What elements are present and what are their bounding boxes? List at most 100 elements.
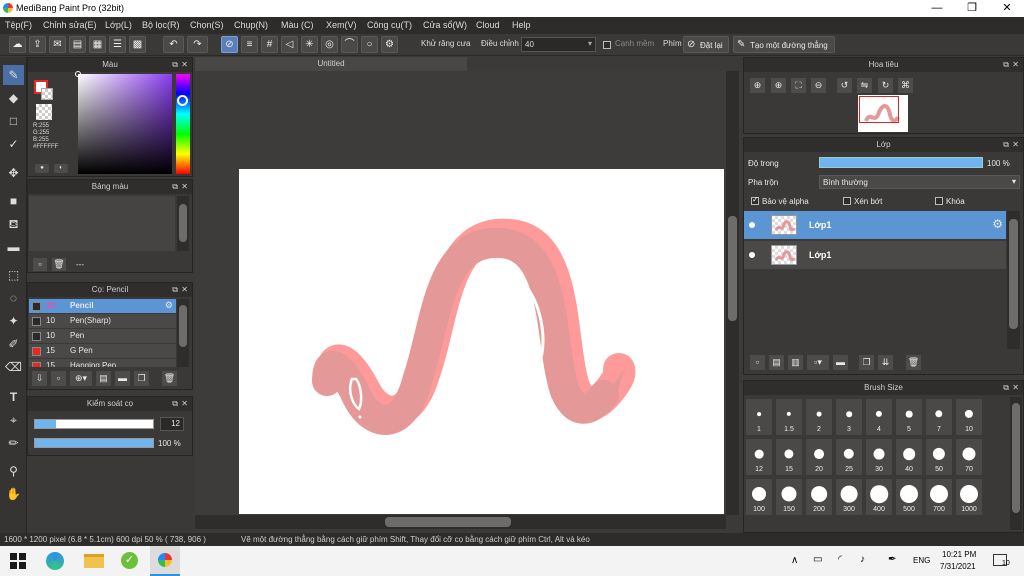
brush-list-item[interactable]: 15 G Pen	[29, 344, 176, 358]
settings-snap-icon[interactable]: ⚙	[381, 36, 398, 53]
visibility-icon[interactable]	[749, 252, 755, 258]
document-tab[interactable]: Untitled	[195, 57, 467, 71]
close-icon[interactable]: ✕	[181, 180, 188, 194]
close-icon[interactable]: ✕	[181, 283, 188, 297]
popout-icon[interactable]: ⧉	[1003, 381, 1009, 395]
layer-row[interactable]: Lớp1	[744, 241, 1006, 269]
canvas-paper[interactable]	[239, 169, 724, 514]
menu-layer[interactable]: Lớp(L)	[105, 20, 132, 30]
close-icon[interactable]: ✕	[181, 397, 188, 411]
saturation-value-picker[interactable]	[75, 71, 172, 174]
color-swap-button[interactable]: ◐	[54, 164, 68, 173]
grid-snap-icon[interactable]: #	[261, 36, 278, 53]
new-brush-icon[interactable]: ▫	[51, 371, 66, 386]
brush-size-cell[interactable]: 50	[925, 438, 953, 476]
gear-icon[interactable]: ⚙	[165, 300, 173, 311]
popout-icon[interactable]: ⧉	[172, 58, 178, 72]
list-icon[interactable]: ☰	[109, 36, 126, 53]
eyedropper-tool-icon[interactable]: ⚲	[3, 461, 24, 481]
brush-size-cell[interactable]: 7	[925, 398, 953, 436]
clock-date[interactable]: 7/31/2021	[940, 562, 976, 571]
popout-icon[interactable]: ⧉	[172, 283, 178, 297]
file-explorer-icon[interactable]	[84, 554, 104, 568]
brush-list-item[interactable]: 10 Pen(Sharp)	[29, 314, 176, 328]
menu-filter[interactable]: Bộ lọc(R)	[142, 20, 180, 30]
edge-icon[interactable]	[46, 552, 64, 570]
perspective-snap-icon[interactable]: ◁	[281, 36, 298, 53]
new-page-icon[interactable]: ▫	[33, 258, 47, 271]
blend-mode-select[interactable]: Bình thường ▾	[819, 175, 1020, 189]
brush-size-cell[interactable]: 20	[805, 438, 833, 476]
palette-scrollbar[interactable]	[177, 196, 189, 251]
menu-window[interactable]: Cửa sổ(W)	[423, 20, 467, 30]
cloud-download-icon[interactable]: ⇩	[32, 371, 47, 386]
brush-list-item[interactable]: 12 Pencil ⚙	[29, 299, 176, 313]
rotate-left-icon[interactable]: ↺	[837, 78, 852, 93]
brush-size-cell[interactable]: 25	[835, 438, 863, 476]
menu-tools[interactable]: Công cụ(T)	[367, 20, 412, 30]
add-layer-menu-icon[interactable]: ▫▾	[807, 355, 829, 370]
trash-icon[interactable]: 🗑	[162, 371, 177, 386]
menu-select[interactable]: Chọn(S)	[190, 20, 224, 30]
gradient-tool-icon[interactable]: ▬	[3, 237, 24, 257]
hue-slider[interactable]	[176, 74, 190, 174]
brush-list-item[interactable]: 15 Hanging Pen	[29, 359, 176, 367]
navigator-viewport[interactable]	[859, 96, 899, 123]
menu-color[interactable]: Màu (C)	[281, 20, 314, 30]
zoom-icon[interactable]: ⊕	[750, 78, 765, 93]
brush-size-cell[interactable]: 150	[775, 478, 803, 516]
color-mode-button[interactable]: ●	[35, 164, 49, 173]
brush-size-cell[interactable]: 100	[745, 478, 773, 516]
brush-size-cell[interactable]: 1	[745, 398, 773, 436]
zoom-in-icon[interactable]: ⊕	[771, 78, 786, 93]
share-icon[interactable]: ⇪	[29, 36, 46, 53]
cloud-icon[interactable]: ☁	[9, 36, 26, 53]
secondary-color-swatch[interactable]	[41, 88, 53, 100]
brush-size-cell[interactable]: 3	[835, 398, 863, 436]
reset-view-icon[interactable]: ⌘	[898, 78, 913, 93]
adjust-select[interactable]: 40 ▾	[521, 37, 596, 52]
grid-icon[interactable]: ▩	[129, 36, 146, 53]
brush-size-cell[interactable]: 2	[805, 398, 833, 436]
new-halftone-layer-icon[interactable]: ▤	[769, 355, 784, 370]
navigator-preview[interactable]	[858, 95, 908, 132]
brush-size-cell[interactable]: 15	[775, 438, 803, 476]
new-layer-icon[interactable]: ▫	[750, 355, 765, 370]
maximize-button[interactable]: ❐	[955, 0, 989, 17]
menu-view[interactable]: Xem(V)	[326, 20, 357, 30]
brush-size-cell[interactable]: 5	[895, 398, 923, 436]
circle-snap-icon[interactable]: ◎	[321, 36, 338, 53]
reset-button[interactable]: ⊘ Đặt lại	[683, 36, 729, 53]
brush-size-cell[interactable]: 70	[955, 438, 983, 476]
brush-size-cell[interactable]: 10	[955, 398, 983, 436]
undo-icon[interactable]: ↶	[163, 36, 184, 53]
zoom-out-icon[interactable]: ⊖	[811, 78, 826, 93]
wifi-icon[interactable]: ◜	[838, 554, 842, 565]
redo-icon[interactable]: ↷	[187, 36, 208, 53]
new-bit-layer-icon[interactable]: ▥	[788, 355, 803, 370]
close-icon[interactable]: ✕	[1012, 381, 1019, 395]
brush-stroke-tool-icon[interactable]: ✓	[3, 134, 24, 154]
eraser-tool-icon[interactable]: ◆	[3, 88, 24, 108]
dropper-blur-tool-icon[interactable]: ✏	[3, 433, 24, 453]
move-tool-icon[interactable]: ✥	[3, 163, 24, 183]
hand-tool-icon[interactable]: ✋	[3, 484, 24, 504]
brush-tool-icon[interactable]: ✎	[3, 65, 24, 85]
add-brush-icon[interactable]: ⊕▾	[70, 371, 92, 386]
popout-icon[interactable]: ⧉	[172, 397, 178, 411]
brush-size-cell[interactable]: 500	[895, 478, 923, 516]
brush-size-cell[interactable]: 30	[865, 438, 893, 476]
dot-tool-icon[interactable]: □	[3, 111, 24, 131]
brush-size-cell[interactable]: 400	[865, 478, 893, 516]
language-indicator[interactable]: ENG	[913, 556, 930, 565]
canvas-hscrollbar[interactable]	[195, 515, 726, 529]
clipping-checkbox[interactable]	[843, 197, 851, 205]
close-button[interactable]: ✕	[990, 0, 1024, 17]
duplicate-layer-icon[interactable]: ❐	[859, 355, 874, 370]
chevron-up-icon[interactable]: ∧	[791, 555, 798, 566]
rotate-right-icon[interactable]: ↻	[878, 78, 893, 93]
shape-tool-icon[interactable]: ■	[3, 191, 24, 211]
menu-cloud[interactable]: Cloud	[476, 20, 500, 30]
soft-edge-checkbox[interactable]	[603, 41, 611, 49]
duplicate-icon[interactable]: ❐	[134, 371, 149, 386]
